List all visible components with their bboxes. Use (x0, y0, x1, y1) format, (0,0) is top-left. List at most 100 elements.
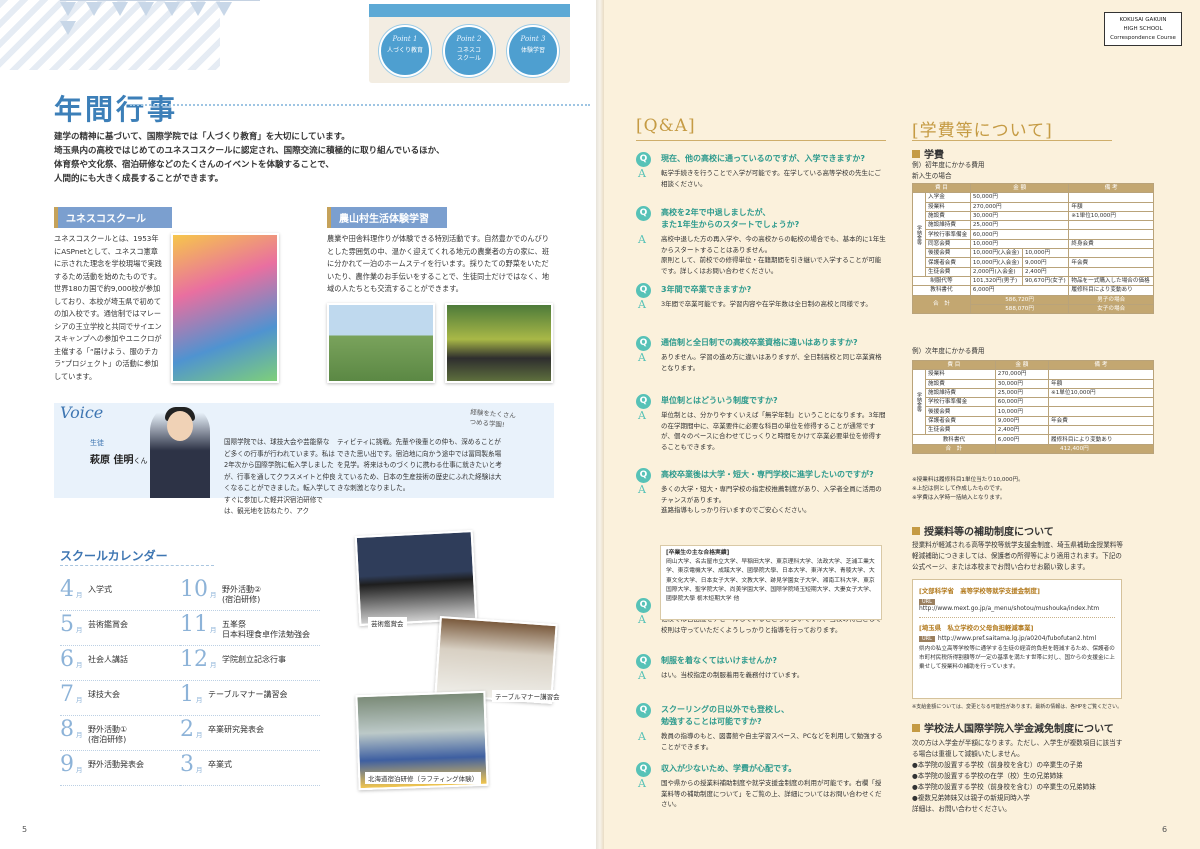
page-title: 年間行事 (54, 93, 179, 126)
title-divider (130, 104, 590, 106)
calendar-month-unit: 月 (76, 591, 83, 599)
fee-cell: 学校行事準備金 (925, 397, 996, 408)
fee-cell: 2,400円 (1021, 266, 1070, 277)
fee-cell (1048, 369, 1154, 380)
q-badge: Q (636, 336, 651, 351)
fee-cell: 年会費 (1068, 257, 1154, 268)
aid-heading-text: 授業料等の補助制度について (924, 527, 1054, 538)
calendar-month: 9 (60, 752, 74, 777)
link-saitama[interactable]: URL http://www.pref.saitama.lg.jp/a0204/f… (919, 635, 1115, 642)
calendar-event: 社会人講話 (88, 655, 128, 664)
school-badge: KOKUSAI GAKUIN HIGH SCHOOL Correspondenc… (1104, 12, 1182, 46)
calendar-row: 6 月社会人講話 (60, 647, 200, 681)
calendar-row: 9 月 野外活動発表会 (60, 752, 200, 786)
calendar-row: 2 月卒業研究発表会 (180, 717, 320, 751)
fee-cell: 30,000円 (969, 210, 1070, 222)
concert-photo (354, 529, 478, 627)
a-badge: A (638, 483, 646, 496)
fee-cell: 年会費 (1048, 415, 1154, 427)
calendar-event: 野外活動発表会 (88, 760, 144, 769)
calendar-title: スクールカレンダー (60, 549, 168, 563)
fee-table-row: 教科書代 6,000円 履修科目により変動あり (912, 285, 1154, 296)
fee-cell: 生徒会費 (925, 266, 971, 277)
question-text: 通信制と全日制での高校卒業資格に違いはありますか? (661, 338, 858, 347)
calendar-month-unit: 月 (196, 766, 203, 774)
calendar-event: 卒業研究発表会 (208, 725, 264, 734)
fee-table-row: 授業料 270,000円 年額 (913, 201, 1154, 212)
fee-table-row: 教科書代 6,000円 履修科目により変動あり (912, 434, 1154, 445)
calendar-row: 3 月卒業式 (180, 752, 320, 786)
fee-cell (1068, 248, 1154, 259)
fee-cell: 101,320円(男子) (969, 275, 1023, 287)
question-text: 現在、他の高校に通っているのですが、入学できますか? (661, 154, 866, 163)
fee-cell: 履修科目により変動あり (1048, 434, 1154, 445)
fee-cell: 授業料 (925, 201, 971, 212)
calendar-month: 5 (60, 612, 74, 637)
question-text: 単位制とはどういう制度ですか? (661, 396, 778, 405)
fee-cell (1048, 425, 1154, 436)
fee-cell: 女子の場合 (1068, 303, 1154, 315)
answer-text: 転学手続きを行うことで入学が可能です。在学している高等学校の先生にご相談ください… (661, 169, 881, 188)
fee-cell: 金 額 (994, 359, 1050, 371)
student-name: 萩原 佳明くん (90, 451, 147, 466)
fee-table-row: 施設費 30,000円 ※1単位10,000円 (913, 210, 1154, 222)
fee-table-row: 保護者会費 9,000円 年会費 (913, 415, 1154, 427)
link-saitama-url[interactable]: http://www.pref.saitama.lg.jp/a0204/fubo… (938, 635, 1096, 642)
calendar-month-unit: 月 (210, 591, 217, 599)
fee-cell: 6,000円 (994, 434, 1050, 445)
fee-cell: 10,000円 (969, 238, 1070, 250)
alumni-results-box: [卒業生の主な合格実績] 岡山大学、名古屋市立大学、早稲田大学、東京理科大学、法… (660, 545, 882, 620)
concert-caption: 芸術鑑賞会 (368, 617, 407, 629)
fee-cell: 30,000円 (994, 378, 1050, 389)
url-badge: URL (919, 636, 935, 642)
intro-line: 埼玉県内の高校ではじめてのユネスコスクールに認定され、国際交流に積極的に取り組ん… (54, 146, 445, 156)
unesco-text: ユネスコスクールとは、1953年にASPnetとして、ユネスコ憲章に示された理念… (54, 234, 162, 381)
question-text: 高校卒業後は大学・短大・専門学校に進学したいのですが? (661, 470, 874, 479)
fee-note: ※授業料は履修科目1単位当たり10,000円。 (912, 477, 1024, 483)
fee-cell: 10,000円(入会金) (969, 257, 1023, 268)
fee-cell (1068, 192, 1154, 203)
fee-cell: 費 目 (912, 182, 971, 194)
fee-cell: 2,000円(入会金) (969, 266, 1023, 277)
student-name-text: 萩原 佳明 (90, 455, 134, 466)
fee-cell: 合 計 (912, 443, 996, 454)
farm-photo-2 (445, 303, 553, 383)
calendar-event: テーブルマナー講習会 (208, 690, 288, 699)
link-mext[interactable]: URLhttp://www.mext.go.jp/a_menu/shotou/m… (919, 598, 1115, 612)
question-text: 制服を着なくてはいけませんか? (661, 656, 777, 665)
fee-table-row: 学納金等 授業料 270,000円 (912, 369, 1154, 436)
fee-title-divider (912, 140, 1112, 141)
new-student-label: 新入生の場合 (912, 172, 952, 180)
fee-cell: ※1単位10,000円 (1048, 387, 1154, 399)
calendar-month: 12 (180, 647, 208, 672)
intro-line: 人間的にも大きく成長することができます。 (54, 174, 224, 184)
fee-cell (1068, 229, 1154, 240)
a-badge: A (638, 777, 646, 790)
fee-cell: 10,000円(入会金) (969, 248, 1023, 259)
fee-cell: 588,070円 (969, 303, 1070, 315)
calendar-month-unit: 月 (76, 731, 83, 739)
question-text: 3年間で卒業できますか? (661, 285, 752, 294)
badge-line: KOKUSAI GAKUIN (1119, 17, 1167, 23)
fee-table-total: 合 計 412,400円 (912, 443, 1155, 454)
link-title-saitama: [埼玉県 私立学校の父母負担軽減事業] (919, 624, 1034, 632)
fee-table-row: 制服代等 101,320円(男子) 90,670円(女子) 物品を一式購入した場合の価… (912, 275, 1154, 287)
fee-table-row: 後援会費 10,000円 (913, 406, 1154, 417)
fee-cell: 学校行事準備金 (925, 229, 971, 240)
fee-table-header: 費 目金 額備 考 (912, 182, 1154, 194)
fee-cell: 50,000円 (969, 192, 1070, 203)
next-year-fee-table: 費 目金 額備 考学納金等 授業料 270,000円 施設費 30,000円 年額 施設維持… (912, 359, 1155, 454)
calendar-month: 4 (60, 577, 74, 602)
fee-table-row: 学校行事準備金 60,000円 (913, 229, 1154, 240)
table-manner-caption: テーブルマナー講習会 (492, 690, 563, 702)
point-3-badge: Point 3 体験学習 (507, 25, 559, 77)
calendar-event: 卒業式 (208, 760, 232, 769)
fee-table-header: 費 目金 額備 考 (912, 359, 1154, 371)
fee-cell: 年額 (1068, 201, 1154, 212)
reduction-item: ●本学院の設置する学校の在学（校）生の兄弟姉妹 (912, 772, 1063, 780)
voice-text-a: 国際学院では、球技大会や芸能祭など多くの行事が行われています。私は2年次から国際… (224, 438, 336, 515)
qa-title-divider (636, 140, 886, 141)
fee-cell: 10,000円 (1021, 248, 1070, 259)
link-mext-url[interactable]: http://www.mext.go.jp/a_menu/shotou/mush… (919, 605, 1099, 612)
fee-cell: 物品を一式購入した場合の価格 (1068, 275, 1154, 287)
